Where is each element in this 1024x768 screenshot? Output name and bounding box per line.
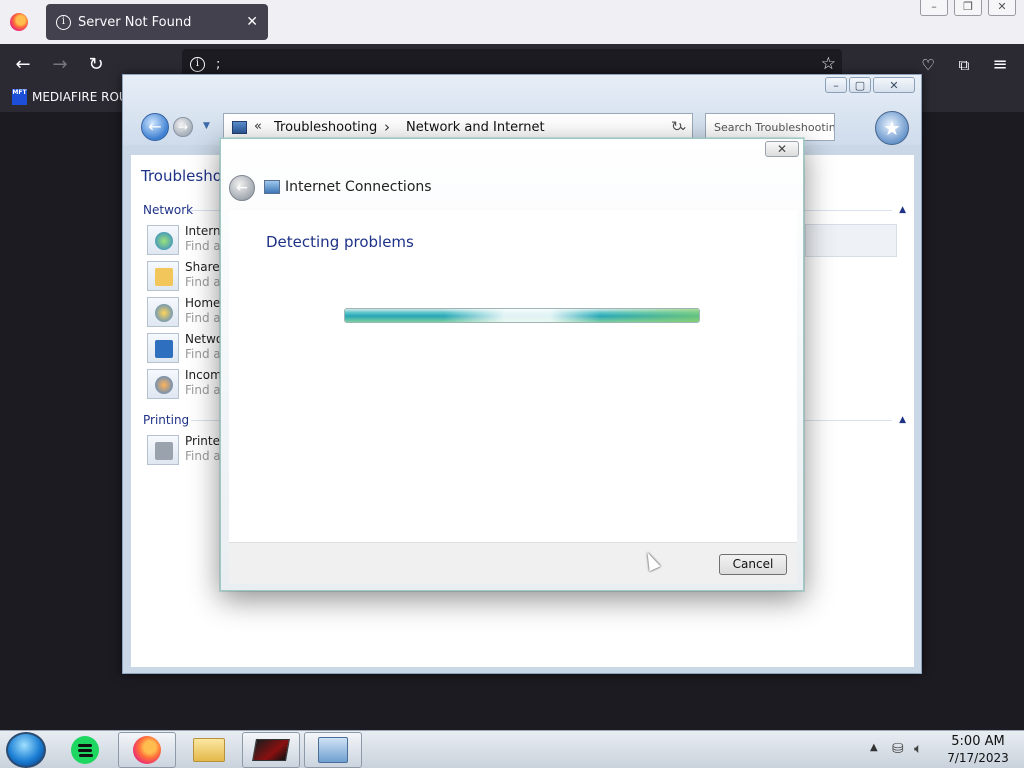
forward-arrow-icon[interactable]: →: [49, 54, 71, 76]
bookmark-star-icon[interactable]: ☆: [821, 54, 836, 74]
bookmark-label: MEDIAFIRE ROUL: [32, 90, 135, 104]
taskbar-troubleshooter[interactable]: [304, 732, 362, 768]
taskbar-firefox[interactable]: [118, 732, 176, 768]
browser-tab-bar: i Server Not Found ✕ – ❐ ✕: [0, 0, 1024, 44]
search-input[interactable]: Search Troubleshooting: [705, 113, 835, 141]
close-button[interactable]: ✕: [988, 0, 1016, 16]
cp-back-button[interactable]: ←: [141, 113, 169, 141]
folder-icon: [193, 738, 225, 762]
cancel-button[interactable]: Cancel: [719, 554, 787, 575]
recent-pages-dropdown-icon[interactable]: ▼: [203, 121, 210, 131]
url-text: ;: [216, 57, 221, 72]
firefox-icon: [133, 736, 161, 764]
taskbar-game[interactable]: [242, 732, 300, 768]
address-overflow-icon[interactable]: «: [254, 119, 262, 134]
dialog-title: Internet Connections: [285, 179, 432, 195]
internet-connections-icon: [147, 225, 179, 255]
game-icon: [252, 739, 290, 761]
menu-icon[interactable]: ≡: [989, 54, 1011, 76]
item-name: Netwo: [185, 332, 224, 346]
firefox-logo-icon: [10, 13, 28, 31]
homegroup-icon: [147, 297, 179, 327]
refresh-icon[interactable]: ↻: [671, 119, 683, 135]
control-panel-icon: [232, 121, 247, 134]
internet-connections-icon: [318, 737, 348, 763]
cp-forward-button[interactable]: →: [173, 117, 193, 137]
dialog-content: Detecting problems: [229, 210, 797, 542]
breadcrumb-separator-icon[interactable]: ›: [384, 118, 390, 136]
dialog-footer: Cancel: [229, 542, 797, 584]
site-info-icon[interactable]: i: [190, 57, 205, 72]
item-name: Printer: [185, 434, 225, 448]
tab-close-icon[interactable]: ✕: [246, 14, 258, 30]
breadcrumb-network-and-internet[interactable]: Network and Internet: [406, 120, 545, 135]
highlighted-row[interactable]: [805, 224, 897, 257]
extensions-icon[interactable]: ⧉: [953, 54, 975, 76]
back-arrow-icon[interactable]: ←: [12, 54, 34, 76]
internet-connections-icon: [264, 180, 280, 194]
restore-button[interactable]: ❐: [954, 0, 982, 16]
dialog-back-button[interactable]: ←: [229, 175, 255, 201]
browser-tab[interactable]: i Server Not Found ✕: [46, 4, 268, 40]
info-icon: i: [56, 14, 71, 30]
taskbar-file-explorer[interactable]: [180, 732, 238, 768]
network-adapter-icon: [147, 333, 179, 363]
breadcrumb-troubleshooting[interactable]: Troubleshooting: [274, 120, 377, 135]
control-panel-titlebar: – ▢ ✕ ← → ▼ « Troubleshooting › Network …: [123, 75, 921, 145]
taskbar-spotify[interactable]: [56, 732, 114, 768]
address-bar[interactable]: « Troubleshooting › Network and Internet…: [223, 113, 693, 141]
troubleshooter-dialog: ✕ ← Internet Connections Detecting probl…: [220, 138, 804, 591]
spotify-icon: [71, 736, 99, 764]
volume-icon[interactable]: 🔈︎: [914, 741, 922, 757]
start-button[interactable]: [6, 732, 46, 768]
clock-date[interactable]: 7/17/2023: [940, 751, 1016, 765]
tab-title: Server Not Found: [78, 14, 192, 30]
clock-time[interactable]: 5:00 AM: [940, 734, 1016, 749]
bookmark-mediafire[interactable]: MFT MEDIAFIRE ROUL: [12, 89, 134, 105]
reload-icon[interactable]: ↻: [85, 54, 107, 76]
cp-minimize-button[interactable]: –: [825, 77, 847, 93]
pocket-icon[interactable]: ♡: [917, 54, 939, 76]
taskbar: ▲ ⛁ 🔈︎ 5:00 AM 7/17/2023: [0, 730, 1024, 768]
minimize-button[interactable]: –: [920, 0, 948, 16]
incoming-connections-icon: [147, 369, 179, 399]
browser-window-controls: – ❐ ✕: [920, 0, 1016, 16]
status-heading: Detecting problems: [266, 233, 414, 251]
group-network-label: Network: [143, 203, 194, 217]
collapse-network-icon[interactable]: ▲: [899, 205, 906, 215]
printer-icon: [147, 435, 179, 465]
star-badge-icon: ★: [875, 111, 909, 145]
group-printing-label: Printing: [143, 413, 190, 427]
shared-folders-icon: [147, 261, 179, 291]
page-title: Troublesho: [141, 167, 222, 185]
cp-close-button[interactable]: ✕: [873, 77, 915, 93]
collapse-printing-icon[interactable]: ▲: [899, 415, 906, 425]
dialog-close-button[interactable]: ✕: [765, 141, 799, 157]
progress-bar: [344, 308, 700, 323]
cp-maximize-button[interactable]: ▢: [849, 77, 871, 93]
control-panel-window-controls: – ▢ ✕: [825, 77, 915, 93]
progress-fill: [345, 309, 699, 322]
network-status-icon[interactable]: ⛁: [892, 741, 904, 757]
mediafire-bookmark-icon: MFT: [12, 89, 27, 105]
show-hidden-icons-icon[interactable]: ▲: [870, 742, 878, 753]
